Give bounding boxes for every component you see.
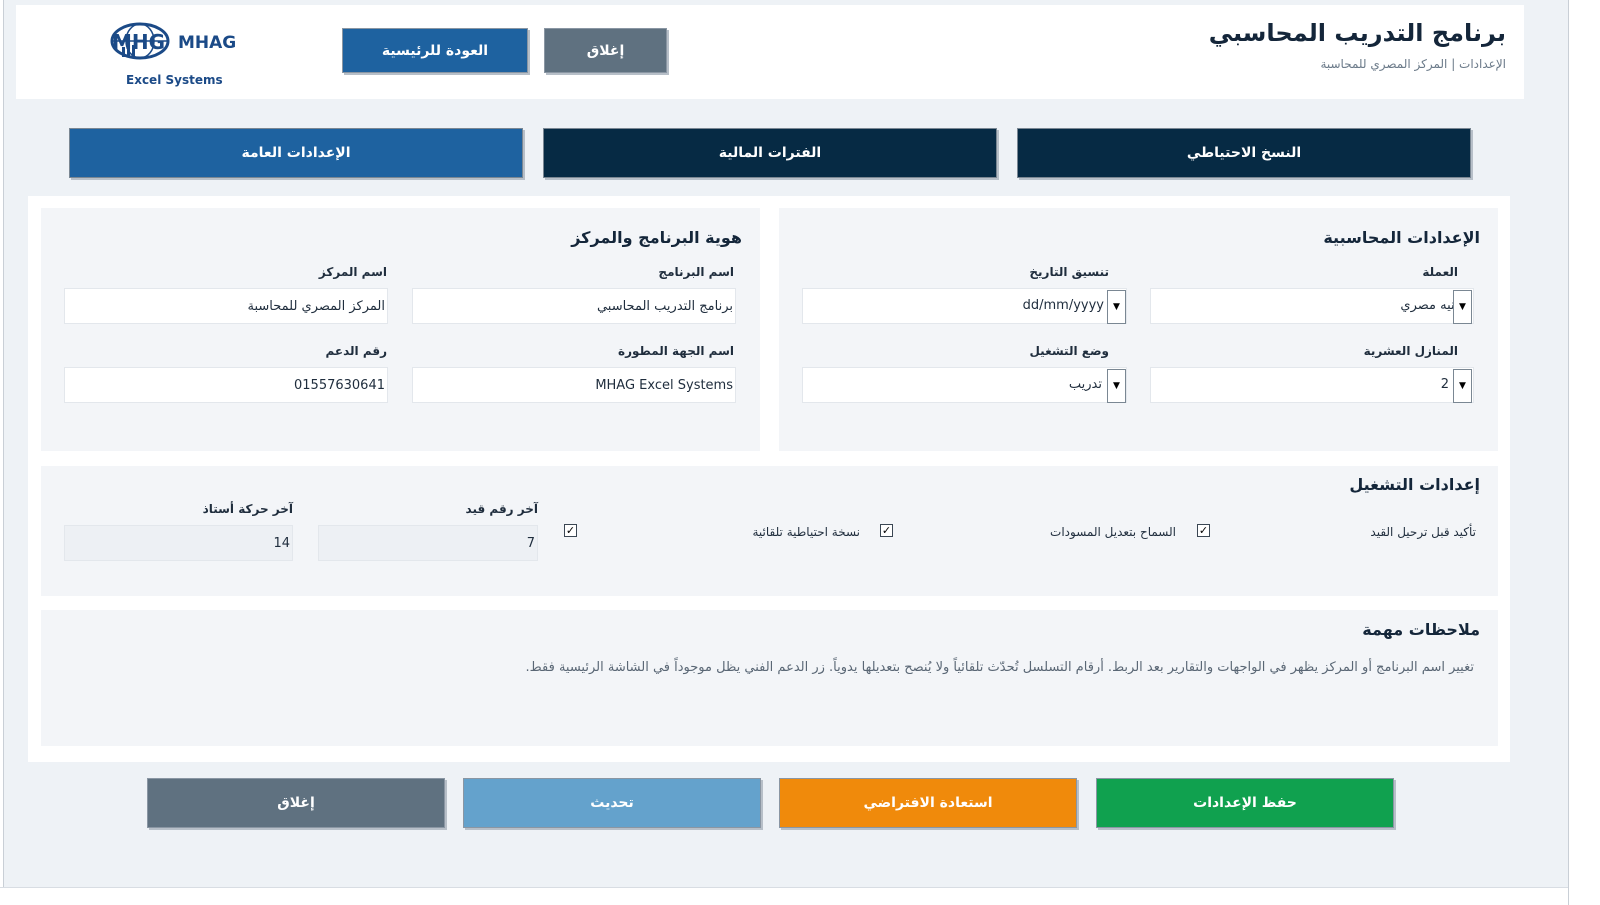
currency-label: العملة [1422, 265, 1458, 279]
logo: MHG MHAG Excel Systems [108, 21, 238, 91]
auto-backup-label: نسخة احتياطية تلقائية [752, 525, 860, 539]
support-label: رقم الدعم [325, 344, 387, 358]
chevron-down-icon[interactable]: ▼ [1107, 290, 1126, 324]
chevron-down-icon[interactable]: ▼ [1453, 369, 1472, 403]
notes-card: ملاحظات مهمة تغيير اسم البرنامج أو المرك… [41, 610, 1498, 746]
identity-title: هوية البرنامج والمركز [571, 228, 742, 247]
last-voucher-label: آخر حركة أستاذ [202, 502, 293, 516]
header: برنامج التدريب المحاسبي الإعدادات | المر… [16, 5, 1524, 99]
page-subtitle: الإعدادات | المركز المصري للمحاسبة [1320, 57, 1506, 71]
refresh-button[interactable]: تحديث [463, 778, 761, 828]
notes-title: ملاحظات مهمة [1362, 620, 1480, 639]
last-entry-input: 7 [318, 525, 538, 561]
center-name-value: المركز المصري للمحاسبة [247, 298, 385, 314]
developer-input[interactable]: MHAG Excel Systems [412, 367, 736, 403]
allow-edit-drafts-checkbox[interactable]: ✓ [880, 524, 893, 537]
operation-settings-title: إعدادات التشغيل [1349, 475, 1480, 494]
restore-defaults-button[interactable]: استعادة الافتراضي [779, 778, 1077, 828]
confirm-posting-checkbox[interactable]: ✓ [1197, 524, 1210, 537]
identity-card: هوية البرنامج والمركز اسم البرنامج برنام… [41, 208, 760, 451]
accounting-settings-title: الإعدادات المحاسبية [1323, 228, 1480, 247]
last-entry-label: آخر رقم قيد [465, 502, 538, 516]
date-format-label: تنسيق التاريخ [1029, 265, 1109, 279]
center-name-label: اسم المركز [318, 265, 387, 279]
developer-value: MHAG Excel Systems [595, 377, 733, 393]
support-value: 01557630641 [294, 377, 385, 393]
tab-general-settings[interactable]: الإعدادات العامة [69, 128, 523, 178]
date-format-select[interactable]: dd/mm/yyyy ▼ [802, 288, 1127, 324]
program-name-label: اسم البرنامج [658, 265, 734, 279]
page-title: برنامج التدريب المحاسبي [1208, 19, 1506, 47]
developer-label: اسم الجهة المطورة [617, 344, 734, 358]
program-name-value: برنامج التدريب المحاسبي [596, 298, 733, 314]
confirm-posting-label: تأكيد قبل ترحيل القيد [1370, 525, 1476, 539]
center-name-input[interactable]: المركز المصري للمحاسبة [64, 288, 388, 324]
last-voucher-value: 14 [273, 535, 290, 551]
operation-settings-card: إعدادات التشغيل تأكيد قبل ترحيل القيد ✓ … [41, 466, 1498, 596]
decimals-label: المنازل العشرية [1363, 344, 1458, 358]
mode-select[interactable]: تدريب ▼ [802, 367, 1127, 403]
tab-backup[interactable]: النسخ الاحتياطي [1017, 128, 1471, 178]
allow-edit-drafts-label: السماح بتعديل المسودات [1050, 525, 1176, 539]
logo-text: MHAG [178, 33, 237, 53]
program-name-input[interactable]: برنامج التدريب المحاسبي [412, 288, 736, 324]
last-entry-value: 7 [526, 535, 535, 551]
chevron-down-icon[interactable]: ▼ [1107, 369, 1126, 403]
decimals-select[interactable]: 2 ▼ [1150, 367, 1474, 403]
support-input[interactable]: 01557630641 [64, 367, 388, 403]
chevron-down-icon[interactable]: ▼ [1453, 290, 1472, 324]
save-settings-button[interactable]: حفظ الإعدادات [1096, 778, 1394, 828]
last-voucher-input: 14 [64, 525, 293, 561]
mode-label: وضع التشغيل [1029, 344, 1109, 358]
logo-globe-icon: MHG [110, 22, 170, 60]
decimals-value: 2 [1440, 377, 1449, 392]
window-right-edge [1568, 0, 1600, 905]
svg-text:MHG: MHG [112, 30, 165, 54]
date-format-value: dd/mm/yyyy [1022, 298, 1104, 313]
currency-select[interactable]: جنيه مصري ▼ [1150, 288, 1474, 324]
close-top-button[interactable]: إغلاق [544, 28, 667, 73]
notes-text: تغيير اسم البرنامج أو المركز يظهر في الو… [525, 660, 1474, 675]
window-left-edge [0, 0, 4, 905]
tab-financial-periods[interactable]: الفترات المالية [543, 128, 997, 178]
logo-subtitle: Excel Systems [126, 73, 223, 87]
home-button[interactable]: العودة للرئيسية [342, 28, 528, 73]
close-bottom-button[interactable]: إغلاق [147, 778, 445, 828]
auto-backup-checkbox[interactable]: ✓ [564, 524, 577, 537]
mode-value: تدريب [1068, 377, 1102, 392]
window-bottom-edge [0, 887, 1568, 905]
accounting-settings-card: الإعدادات المحاسبية العملة جنيه مصري ▼ ت… [779, 208, 1498, 451]
main-panel: الإعدادات المحاسبية العملة جنيه مصري ▼ ت… [28, 196, 1510, 762]
